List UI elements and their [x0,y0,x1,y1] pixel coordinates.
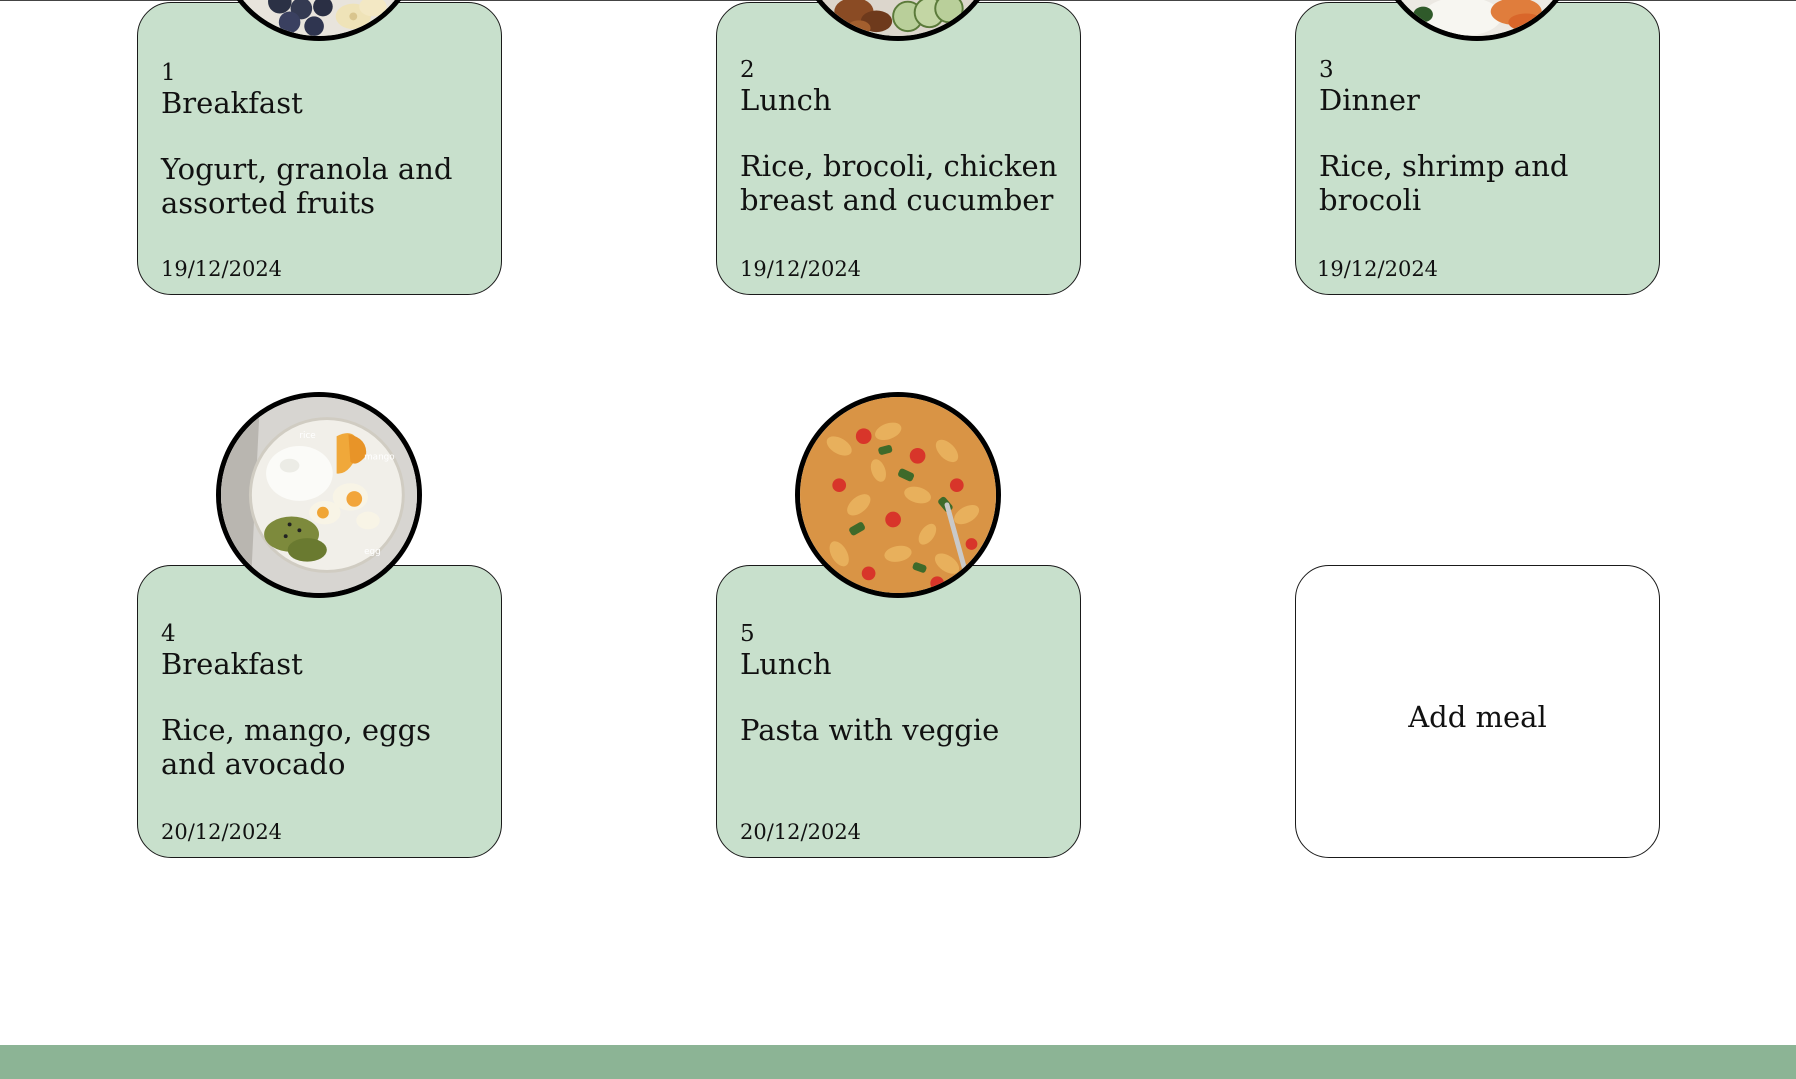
pasta-veggie-photo[interactable] [795,392,1001,598]
meal-date: 20/12/2024 [740,820,862,844]
meal-description: Rice, mango, eggs and avocado [161,713,432,781]
meal-card-2[interactable]: 2 Lunch Rice, brocoli, chicken breast an… [716,2,1081,295]
meal-card-5[interactable]: 5 Lunch Pasta with veggie 20/12/2024 [716,565,1081,858]
meal-type: Lunch [740,647,832,681]
meal-photo-4-image: rice mango egg [221,397,417,593]
footer-bar [0,1045,1796,1079]
meal-type: Breakfast [161,647,303,681]
meal-date: 19/12/2024 [1317,257,1439,281]
meal-number: 3 [1319,57,1334,83]
meal-type: Breakfast [161,86,303,120]
meal-card-2-text: 2 Lunch Rice, brocoli, chicken breast an… [740,57,1062,217]
meal-photo-5-image [800,397,996,593]
meal-number: 5 [740,621,755,647]
photo-label-mango: mango [364,453,395,463]
photo-label-rice: rice [299,431,315,441]
meal-card-4-text: 4 Breakfast Rice, mango, eggs and avocad… [161,621,483,781]
meal-card-3-text: 3 Dinner Rice, shrimp and brocoli [1319,57,1641,217]
meal-date: 20/12/2024 [161,820,283,844]
photo-label-egg: egg [364,547,381,557]
meal-description: Rice, shrimp and brocoli [1319,149,1569,217]
meal-date: 19/12/2024 [161,257,283,281]
meal-description: Rice, brocoli, chicken breast and cucumb… [740,149,1058,217]
meal-card-4[interactable]: 4 Breakfast Rice, mango, eggs and avocad… [137,565,502,858]
meal-type: Dinner [1319,83,1420,117]
meal-number: 1 [161,60,176,86]
meal-card-3[interactable]: 3 Dinner Rice, shrimp and brocoli 19/12/… [1295,2,1660,295]
add-meal-button[interactable]: Add meal [1295,565,1660,858]
rice-mango-egg-plate-photo[interactable]: rice mango egg [216,392,422,598]
meal-card-1-text: 1 Breakfast Yogurt, granola and assorted… [161,60,483,220]
meal-number: 2 [740,57,755,83]
meal-description: Yogurt, granola and assorted fruits [161,152,453,220]
meal-card-5-text: 5 Lunch Pasta with veggie [740,621,1062,747]
meal-type: Lunch [740,83,832,117]
meal-date: 19/12/2024 [740,257,862,281]
meal-card-1[interactable]: 1 Breakfast Yogurt, granola and assorted… [137,2,502,295]
meal-description: Pasta with veggie [740,713,1000,747]
add-meal-label: Add meal [1408,699,1547,734]
meal-number: 4 [161,621,176,647]
